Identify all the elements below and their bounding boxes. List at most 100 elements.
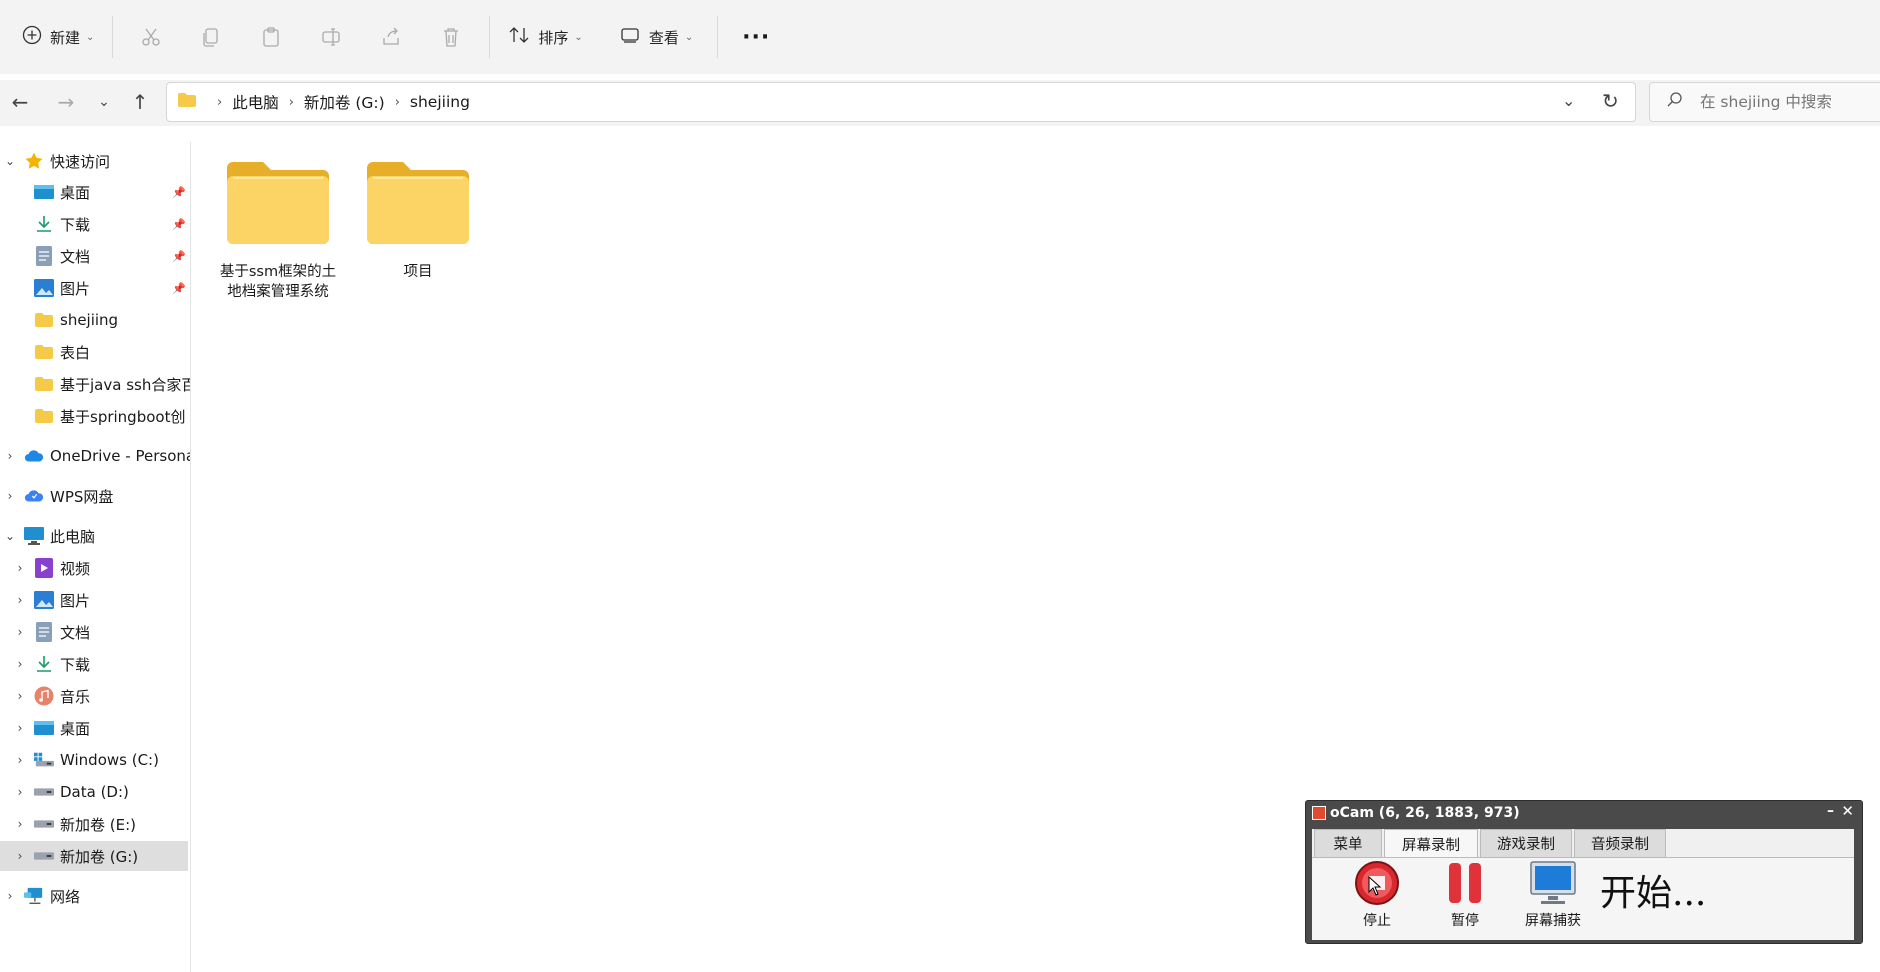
picture-icon xyxy=(34,278,54,298)
chevron-right-icon[interactable]: › xyxy=(13,689,27,703)
folder-icon xyxy=(34,374,54,394)
rename-button[interactable] xyxy=(311,17,351,57)
chevron-right-icon[interactable]: › xyxy=(13,753,27,767)
ocam-titlebar[interactable]: oCam (6, 26, 1883, 973) – ✕ xyxy=(1306,801,1862,825)
sidebar-item-pc-desktop[interactable]: › 桌面 xyxy=(0,713,190,743)
sidebar-item-label: Data (D:) xyxy=(60,783,129,801)
address-history-button[interactable]: ⌄ xyxy=(1562,91,1575,110)
ellipsis-icon: ··· xyxy=(742,24,771,50)
chevron-right-icon: › xyxy=(394,94,400,110)
cut-button[interactable] xyxy=(131,17,171,57)
ocam-body: 菜单 屏幕录制 游戏录制 音频录制 停止 暂停 屏幕捕获 开始... xyxy=(1312,829,1854,940)
back-button[interactable]: ← xyxy=(4,86,36,118)
sidebar-item-pc-downloads[interactable]: › 下载 xyxy=(0,649,190,679)
sidebar-item-label: 快速访问 xyxy=(50,152,111,171)
sidebar-item-network[interactable]: › 网络 xyxy=(0,881,190,911)
chevron-right-icon[interactable]: › xyxy=(3,449,17,463)
breadcrumb-item[interactable]: 新加卷 (G:) xyxy=(304,91,385,113)
more-options-button[interactable]: ··· xyxy=(736,17,776,57)
sidebar-item-label: 图片 xyxy=(60,591,91,610)
close-button[interactable]: ✕ xyxy=(1841,802,1854,820)
sidebar-item-label: 此电脑 xyxy=(50,527,96,546)
minimize-button[interactable]: – xyxy=(1827,803,1834,819)
chevron-right-icon[interactable]: › xyxy=(13,721,27,735)
sidebar-item-pictures[interactable]: 图片 📌 xyxy=(0,273,190,303)
sidebar-item-downloads[interactable]: 下载 📌 xyxy=(0,209,190,239)
chevron-right-icon[interactable]: › xyxy=(13,849,27,863)
sidebar-item-desktop[interactable]: 桌面 📌 xyxy=(0,177,190,207)
chevron-right-icon[interactable]: › xyxy=(13,561,27,575)
breadcrumb-item[interactable]: shejiing xyxy=(410,93,470,111)
chevron-down-icon[interactable]: ⌄ xyxy=(3,154,17,168)
sidebar-item-onedrive[interactable]: › OneDrive - Persona xyxy=(0,441,190,471)
picture-icon xyxy=(34,590,54,610)
copy-button[interactable] xyxy=(191,17,231,57)
folder-icon xyxy=(177,92,197,112)
drive-icon xyxy=(34,814,54,834)
sidebar-item-label: WPS网盘 xyxy=(50,487,114,506)
up-button[interactable]: ↑ xyxy=(124,86,156,118)
sidebar-item-drive-d[interactable]: › Data (D:) xyxy=(0,777,190,807)
sidebar-item-label: 视频 xyxy=(60,559,91,578)
chevron-right-icon[interactable]: › xyxy=(3,489,17,503)
sidebar-item-biaobai[interactable]: 表白 xyxy=(0,337,190,367)
screen-capture-button[interactable]: 屏幕捕获 xyxy=(1518,860,1588,930)
sidebar-item-shejiing[interactable]: shejiing xyxy=(0,305,190,335)
pause-icon xyxy=(1449,863,1481,903)
new-button[interactable]: 新建 ⌄ xyxy=(12,17,104,57)
copy-icon xyxy=(203,28,219,47)
delete-button[interactable] xyxy=(431,17,471,57)
sidebar-item-music[interactable]: › 音乐 xyxy=(0,681,190,711)
sidebar-item-pc-documents[interactable]: › 文档 xyxy=(0,617,190,647)
ocam-tab-menu[interactable]: 菜单 xyxy=(1314,829,1382,857)
search-box[interactable] xyxy=(1649,82,1880,122)
search-icon xyxy=(1666,91,1684,113)
sidebar-item-quick-access[interactable]: ⌄ 快速访问 xyxy=(0,146,190,176)
chevron-right-icon[interactable]: › xyxy=(3,889,17,903)
paste-button[interactable] xyxy=(251,17,291,57)
breadcrumb-item[interactable]: 此电脑 xyxy=(232,91,279,113)
document-icon xyxy=(34,622,54,642)
pause-button[interactable]: 暂停 xyxy=(1430,860,1500,930)
folder-name: 项目 xyxy=(403,264,433,280)
chevron-right-icon[interactable]: › xyxy=(13,817,27,831)
share-icon xyxy=(383,27,400,45)
chevron-right-icon: › xyxy=(288,94,294,110)
sort-button[interactable]: 排序 ⌄ xyxy=(498,17,592,57)
ocam-tab-screen-record[interactable]: 屏幕录制 xyxy=(1384,829,1478,859)
chevron-right-icon[interactable]: › xyxy=(13,625,27,639)
sidebar-item-drive-g[interactable]: › 新加卷 (G:) xyxy=(0,841,188,871)
wps-cloud-icon xyxy=(24,486,44,506)
desktop-icon xyxy=(34,182,54,202)
sidebar-item-java-ssh[interactable]: 基于java ssh合家百 xyxy=(0,369,190,399)
chevron-right-icon[interactable]: › xyxy=(13,785,27,799)
sidebar-item-pc-pictures[interactable]: › 图片 xyxy=(0,585,190,615)
chevron-right-icon[interactable]: › xyxy=(13,593,27,607)
navigation-pane: ⌄ 快速访问 桌面 📌 下载 📌 文档 📌 图片 📌 shejiing 表白 基… xyxy=(0,142,191,972)
sidebar-item-drive-e[interactable]: › 新加卷 (E:) xyxy=(0,809,190,839)
ocam-panel: 停止 暂停 屏幕捕获 开始... xyxy=(1312,857,1854,940)
share-button[interactable] xyxy=(371,17,411,57)
sidebar-item-this-pc[interactable]: ⌄ 此电脑 xyxy=(0,521,190,551)
sidebar-item-drive-c[interactable]: › Windows (C:) xyxy=(0,745,190,775)
recent-locations-button[interactable]: ⌄ xyxy=(88,86,120,118)
search-input[interactable] xyxy=(1698,92,1880,112)
video-icon xyxy=(34,558,54,578)
ocam-tab-audio-record[interactable]: 音频录制 xyxy=(1574,829,1666,857)
ocam-tab-game-record[interactable]: 游戏录制 xyxy=(1480,829,1572,857)
sidebar-item-springboot[interactable]: 基于springboot创 xyxy=(0,401,190,431)
folder-item[interactable]: 基于ssm框架的土地档案管理系统 xyxy=(215,160,341,302)
sidebar-item-wps[interactable]: › WPS网盘 xyxy=(0,481,190,511)
view-button[interactable]: 查看 ⌄ xyxy=(611,17,703,57)
refresh-button[interactable]: ↻ xyxy=(1602,89,1619,113)
sidebar-item-documents[interactable]: 文档 📌 xyxy=(0,241,190,271)
chevron-down-icon[interactable]: ⌄ xyxy=(3,529,17,543)
forward-button[interactable]: → xyxy=(50,86,82,118)
tab-label: 音频录制 xyxy=(1591,837,1649,853)
sidebar-item-videos[interactable]: › 视频 xyxy=(0,553,190,583)
folder-item[interactable]: 项目 xyxy=(355,160,481,282)
rename-icon xyxy=(322,28,341,46)
chevron-right-icon[interactable]: › xyxy=(13,657,27,671)
address-bar[interactable]: › 此电脑 › 新加卷 (G:) › shejiing ⌄ ↻ xyxy=(166,82,1636,122)
arrow-up-icon: ↑ xyxy=(131,90,149,114)
